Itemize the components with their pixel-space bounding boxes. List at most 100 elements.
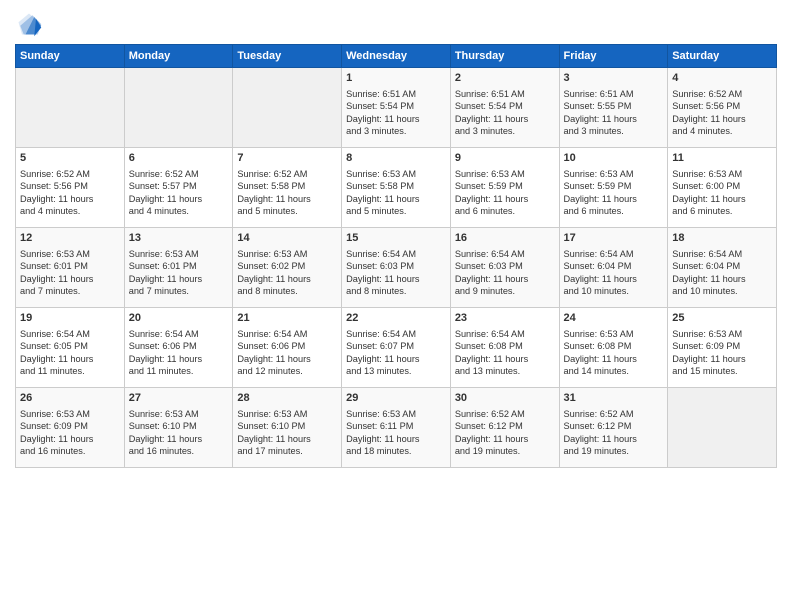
cell-info-line: and 17 minutes. [237, 445, 337, 457]
day-number: 29 [346, 391, 446, 406]
calendar-cell: 30Sunrise: 6:52 AMSunset: 6:12 PMDayligh… [450, 388, 559, 468]
cell-info-line: Sunrise: 6:53 AM [672, 168, 772, 180]
page: SundayMondayTuesdayWednesdayThursdayFrid… [0, 0, 792, 612]
cell-info-line: Sunset: 5:58 PM [237, 180, 337, 192]
cell-info-line: Sunrise: 6:54 AM [129, 328, 229, 340]
cell-info-line: Sunset: 6:05 PM [20, 340, 120, 352]
cell-info-line: Daylight: 11 hours [564, 433, 664, 445]
day-number: 31 [564, 391, 664, 406]
calendar-cell [233, 68, 342, 148]
day-number: 6 [129, 151, 229, 166]
cell-info-line: Daylight: 11 hours [672, 193, 772, 205]
logo-icon [15, 10, 43, 38]
calendar-cell [668, 388, 777, 468]
calendar-cell: 10Sunrise: 6:53 AMSunset: 5:59 PMDayligh… [559, 148, 668, 228]
cell-info-line: Daylight: 11 hours [129, 193, 229, 205]
cell-content: 3Sunrise: 6:51 AMSunset: 5:55 PMDaylight… [564, 71, 664, 138]
cell-info-line: and 3 minutes. [455, 125, 555, 137]
cell-info-line: Sunset: 5:57 PM [129, 180, 229, 192]
cell-content: 26Sunrise: 6:53 AMSunset: 6:09 PMDayligh… [20, 391, 120, 458]
cell-info-line: Sunset: 6:06 PM [129, 340, 229, 352]
day-number: 24 [564, 311, 664, 326]
cell-content: 12Sunrise: 6:53 AMSunset: 6:01 PMDayligh… [20, 231, 120, 298]
cell-info-line: and 4 minutes. [20, 205, 120, 217]
cell-info-line: Sunrise: 6:53 AM [346, 408, 446, 420]
cell-info-line: Sunrise: 6:53 AM [455, 168, 555, 180]
cell-info-line: Sunset: 5:56 PM [20, 180, 120, 192]
cell-info-line: Daylight: 11 hours [672, 353, 772, 365]
day-number: 9 [455, 151, 555, 166]
cell-content: 21Sunrise: 6:54 AMSunset: 6:06 PMDayligh… [237, 311, 337, 378]
cell-info-line: Sunset: 6:12 PM [564, 420, 664, 432]
cell-info-line: and 9 minutes. [455, 285, 555, 297]
cell-info-line: Sunrise: 6:54 AM [346, 328, 446, 340]
day-number: 2 [455, 71, 555, 86]
cell-info-line: Daylight: 11 hours [564, 193, 664, 205]
calendar-week-1: 1Sunrise: 6:51 AMSunset: 5:54 PMDaylight… [16, 68, 777, 148]
calendar-cell: 24Sunrise: 6:53 AMSunset: 6:08 PMDayligh… [559, 308, 668, 388]
calendar-week-2: 5Sunrise: 6:52 AMSunset: 5:56 PMDaylight… [16, 148, 777, 228]
cell-info-line: Daylight: 11 hours [129, 433, 229, 445]
cell-content: 14Sunrise: 6:53 AMSunset: 6:02 PMDayligh… [237, 231, 337, 298]
cell-info-line: and 6 minutes. [455, 205, 555, 217]
cell-info-line: and 8 minutes. [346, 285, 446, 297]
cell-info-line: and 4 minutes. [672, 125, 772, 137]
cell-info-line: Daylight: 11 hours [564, 273, 664, 285]
cell-info-line: and 6 minutes. [564, 205, 664, 217]
cell-content: 13Sunrise: 6:53 AMSunset: 6:01 PMDayligh… [129, 231, 229, 298]
calendar-cell: 19Sunrise: 6:54 AMSunset: 6:05 PMDayligh… [16, 308, 125, 388]
cell-content: 30Sunrise: 6:52 AMSunset: 6:12 PMDayligh… [455, 391, 555, 458]
cell-info-line: and 4 minutes. [129, 205, 229, 217]
cell-info-line: Daylight: 11 hours [20, 433, 120, 445]
calendar-cell: 7Sunrise: 6:52 AMSunset: 5:58 PMDaylight… [233, 148, 342, 228]
calendar-cell: 15Sunrise: 6:54 AMSunset: 6:03 PMDayligh… [342, 228, 451, 308]
calendar-cell: 1Sunrise: 6:51 AMSunset: 5:54 PMDaylight… [342, 68, 451, 148]
calendar-table: SundayMondayTuesdayWednesdayThursdayFrid… [15, 44, 777, 468]
cell-info-line: Sunset: 5:58 PM [346, 180, 446, 192]
cell-info-line: and 12 minutes. [237, 365, 337, 377]
weekday-header-monday: Monday [124, 45, 233, 68]
cell-info-line: Daylight: 11 hours [672, 273, 772, 285]
cell-info-line: Sunset: 5:55 PM [564, 100, 664, 112]
cell-content: 7Sunrise: 6:52 AMSunset: 5:58 PMDaylight… [237, 151, 337, 218]
calendar-cell: 28Sunrise: 6:53 AMSunset: 6:10 PMDayligh… [233, 388, 342, 468]
cell-info-line: Sunset: 6:11 PM [346, 420, 446, 432]
calendar-cell: 23Sunrise: 6:54 AMSunset: 6:08 PMDayligh… [450, 308, 559, 388]
cell-info-line: Sunrise: 6:53 AM [237, 248, 337, 260]
cell-info-line: Daylight: 11 hours [237, 353, 337, 365]
cell-info-line: Sunrise: 6:53 AM [346, 168, 446, 180]
cell-info-line: and 8 minutes. [237, 285, 337, 297]
day-number: 12 [20, 231, 120, 246]
cell-content: 11Sunrise: 6:53 AMSunset: 6:00 PMDayligh… [672, 151, 772, 218]
cell-info-line: Sunset: 6:01 PM [129, 260, 229, 272]
cell-info-line: and 19 minutes. [564, 445, 664, 457]
cell-info-line: Sunrise: 6:54 AM [672, 248, 772, 260]
cell-info-line: and 5 minutes. [237, 205, 337, 217]
cell-info-line: Sunset: 6:06 PM [237, 340, 337, 352]
cell-content: 16Sunrise: 6:54 AMSunset: 6:03 PMDayligh… [455, 231, 555, 298]
cell-info-line: Sunrise: 6:54 AM [237, 328, 337, 340]
weekday-row: SundayMondayTuesdayWednesdayThursdayFrid… [16, 45, 777, 68]
cell-info-line: and 16 minutes. [20, 445, 120, 457]
cell-info-line: Sunrise: 6:51 AM [564, 88, 664, 100]
day-number: 3 [564, 71, 664, 86]
day-number: 10 [564, 151, 664, 166]
cell-content: 25Sunrise: 6:53 AMSunset: 6:09 PMDayligh… [672, 311, 772, 378]
cell-info-line: Sunset: 6:09 PM [20, 420, 120, 432]
cell-info-line: Sunset: 6:03 PM [455, 260, 555, 272]
cell-info-line: Daylight: 11 hours [564, 353, 664, 365]
calendar-cell: 3Sunrise: 6:51 AMSunset: 5:55 PMDaylight… [559, 68, 668, 148]
cell-content: 6Sunrise: 6:52 AMSunset: 5:57 PMDaylight… [129, 151, 229, 218]
cell-info-line: Sunset: 5:59 PM [564, 180, 664, 192]
cell-info-line: and 11 minutes. [129, 365, 229, 377]
cell-info-line: Daylight: 11 hours [455, 273, 555, 285]
day-number: 14 [237, 231, 337, 246]
day-number: 20 [129, 311, 229, 326]
weekday-header-wednesday: Wednesday [342, 45, 451, 68]
cell-info-line: Sunset: 6:09 PM [672, 340, 772, 352]
cell-info-line: Sunrise: 6:52 AM [20, 168, 120, 180]
cell-info-line: Daylight: 11 hours [346, 113, 446, 125]
calendar-cell: 17Sunrise: 6:54 AMSunset: 6:04 PMDayligh… [559, 228, 668, 308]
cell-info-line: Daylight: 11 hours [20, 273, 120, 285]
cell-info-line: Sunset: 6:02 PM [237, 260, 337, 272]
